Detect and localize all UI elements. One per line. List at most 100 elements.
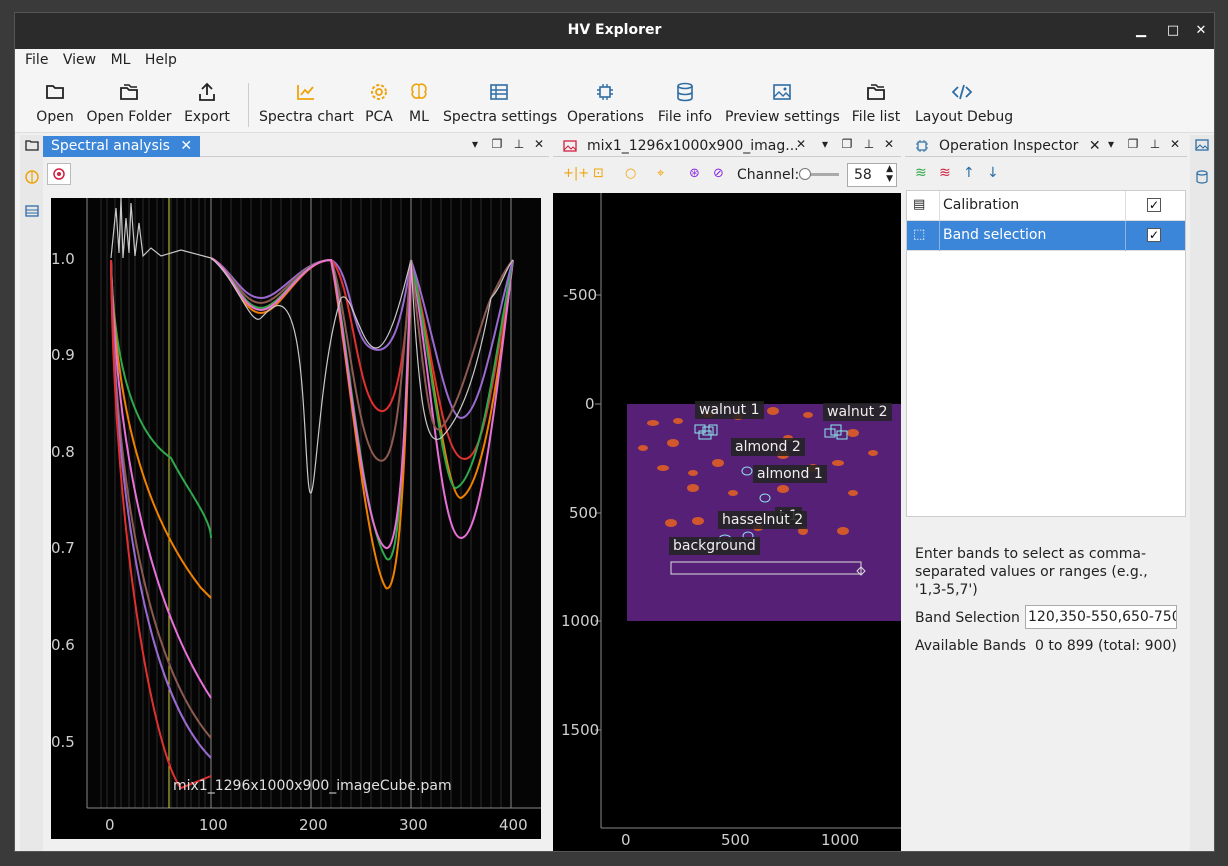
layers-remove-icon[interactable]: ≋ xyxy=(939,165,951,181)
pin-icon[interactable]: ⊥ xyxy=(1147,137,1163,151)
rect-select-icon[interactable]: ⊡ xyxy=(593,166,604,181)
spectra-chart[interactable]: 1.0 0.9 0.8 0.7 0.6 0.5 0 100 200 300 40… xyxy=(51,197,541,839)
x-tick-label: 0 xyxy=(105,816,115,834)
file-list-button[interactable]: File list xyxy=(849,79,903,125)
roi-label[interactable]: walnut 2 xyxy=(823,403,892,421)
open-label: Open xyxy=(36,109,74,125)
x-tick-label: 1000 xyxy=(821,831,860,849)
spectral-tab-title: Spectral analysis xyxy=(51,138,170,154)
close-tab-icon[interactable]: ✕ xyxy=(1089,138,1101,154)
image-icon[interactable] xyxy=(1194,137,1210,153)
pin-icon[interactable]: ⊥ xyxy=(511,137,527,151)
x-tick-label: 500 xyxy=(721,831,750,849)
crosshair-icon[interactable]: +|+ xyxy=(563,166,589,181)
export-button[interactable]: Export xyxy=(183,79,231,125)
table-row[interactable]: ▤ Calibration ✓ xyxy=(907,191,1185,221)
export-icon xyxy=(199,82,215,101)
show-rois-icon[interactable]: ⊛ xyxy=(689,166,700,181)
enabled-checkbox[interactable]: ✓ xyxy=(1147,228,1161,242)
ml-label: ML xyxy=(409,109,429,125)
pin-icon[interactable]: ⊥ xyxy=(861,137,877,151)
close-panel-icon[interactable]: ✕ xyxy=(531,137,547,151)
roi-label[interactable]: almond 2 xyxy=(731,438,805,456)
move-up-icon[interactable]: ↑ xyxy=(963,165,975,181)
hide-rois-icon[interactable]: ⊘ xyxy=(713,166,724,181)
band-help-text: Enter bands to select as comma-separated… xyxy=(915,546,1148,598)
maximize-button[interactable]: □ xyxy=(1162,21,1184,41)
files-icon xyxy=(867,84,885,100)
chip-icon xyxy=(916,140,928,152)
operations-button[interactable]: Operations xyxy=(567,79,644,125)
operations-table: ▤ Calibration ✓ ⬚ Band selection ✓ xyxy=(906,190,1186,517)
dropdown-icon[interactable]: ▾ xyxy=(467,137,483,151)
tab-spectral-analysis[interactable]: Spectral analysis ✕ xyxy=(43,136,201,157)
tab-operation-inspector[interactable]: Operation Inspector ✕ xyxy=(931,136,1109,157)
close-tab-icon[interactable]: ✕ xyxy=(793,137,809,151)
inspector-tab-title: Operation Inspector xyxy=(939,138,1079,154)
row-label: Band selection xyxy=(943,227,1047,243)
enabled-checkbox[interactable]: ✓ xyxy=(1147,198,1161,212)
dropdown-icon[interactable]: ▾ xyxy=(1103,137,1119,151)
roi-label[interactable]: almond 1 xyxy=(753,465,827,483)
document-icon: ▤ xyxy=(913,197,926,212)
file-watermark: mix1_1296x1000x900_imageCube.pam xyxy=(173,778,452,794)
target-button[interactable] xyxy=(47,163,71,185)
spectra-chart-label: Spectra chart xyxy=(259,109,354,125)
file-info-button[interactable]: File info xyxy=(655,79,715,125)
menu-view[interactable]: View xyxy=(53,49,96,68)
image-viewport[interactable]: -500 0 500 1000 1500 0 500 1000 walnut 1… xyxy=(553,193,901,851)
menu-file[interactable]: File xyxy=(15,49,48,68)
band-selection-input[interactable]: 120,350-550,650-750 xyxy=(1025,605,1177,629)
spectra-chart-button[interactable]: Spectra chart xyxy=(259,79,354,125)
app-window: HV Explorer ▁ □ ✕ File View ML Help Open… xyxy=(14,12,1215,852)
pca-label: PCA xyxy=(365,109,393,125)
layers-add-icon[interactable]: ≋ xyxy=(915,165,927,181)
slider-handle[interactable] xyxy=(799,168,811,180)
layout-debug-button[interactable]: Layout Debug xyxy=(915,79,1013,125)
folders-icon[interactable] xyxy=(24,137,40,153)
open-folder-button[interactable]: Open Folder xyxy=(85,79,173,125)
folders-icon xyxy=(120,84,138,100)
tab-image-view[interactable]: mix1_1296x1000x900_imag... xyxy=(579,136,807,157)
move-down-icon[interactable]: ↓ xyxy=(987,165,999,181)
spin-arrows-icon[interactable]: ▲ ▼ xyxy=(886,164,893,184)
title-bar: HV Explorer ▁ □ ✕ xyxy=(15,13,1214,49)
x-tick-label: 200 xyxy=(299,816,328,834)
spectra-settings-button[interactable]: Spectra settings xyxy=(443,79,557,125)
dropdown-icon[interactable]: ▾ xyxy=(817,137,833,151)
minimize-button[interactable]: ▁ xyxy=(1130,21,1152,41)
pca-button[interactable]: PCA xyxy=(363,79,395,125)
close-window-button[interactable]: ✕ xyxy=(1190,21,1212,41)
database-icon[interactable] xyxy=(1194,169,1210,185)
channel-slider[interactable] xyxy=(799,168,839,180)
float-icon[interactable]: ❐ xyxy=(1125,137,1141,151)
ml-button[interactable]: ML xyxy=(405,79,433,125)
y-tick-label: 0.5 xyxy=(51,733,75,751)
y-tick-label: 0.6 xyxy=(51,636,75,654)
menu-ml[interactable]: ML xyxy=(101,49,131,68)
close-panel-icon[interactable]: ✕ xyxy=(881,137,897,151)
window-title: HV Explorer xyxy=(567,22,662,38)
float-icon[interactable]: ❐ xyxy=(489,137,505,151)
channel-spinbox[interactable]: 58 ▲ ▼ xyxy=(847,163,897,187)
y-tick-label: 1000 xyxy=(561,612,600,630)
open-button[interactable]: Open xyxy=(35,79,75,125)
y-tick-label: 0.9 xyxy=(51,346,75,364)
brain-icon[interactable] xyxy=(24,169,40,185)
preview-settings-button[interactable]: Preview settings xyxy=(725,79,840,125)
roi-label[interactable]: walnut 1 xyxy=(695,401,764,419)
spectra-chart-svg xyxy=(86,197,541,809)
polygon-select-icon[interactable]: ⌖ xyxy=(657,166,664,181)
menu-help[interactable]: Help xyxy=(135,49,177,68)
y-tick-label: 500 xyxy=(569,504,598,522)
table-row[interactable]: ⬚ Band selection ✓ xyxy=(907,221,1185,251)
close-tab-icon[interactable]: ✕ xyxy=(180,138,192,154)
table-icon[interactable] xyxy=(24,203,40,219)
y-tick-label: 1500 xyxy=(561,721,600,739)
close-panel-icon[interactable]: ✕ xyxy=(1167,137,1183,151)
float-icon[interactable]: ❐ xyxy=(839,137,855,151)
ellipse-select-icon[interactable]: ○ xyxy=(625,166,636,181)
roi-label[interactable]: background xyxy=(669,537,760,555)
band-selection-label: Band Selection xyxy=(915,610,1020,626)
roi-label[interactable]: hasselnut 2 xyxy=(718,511,808,529)
